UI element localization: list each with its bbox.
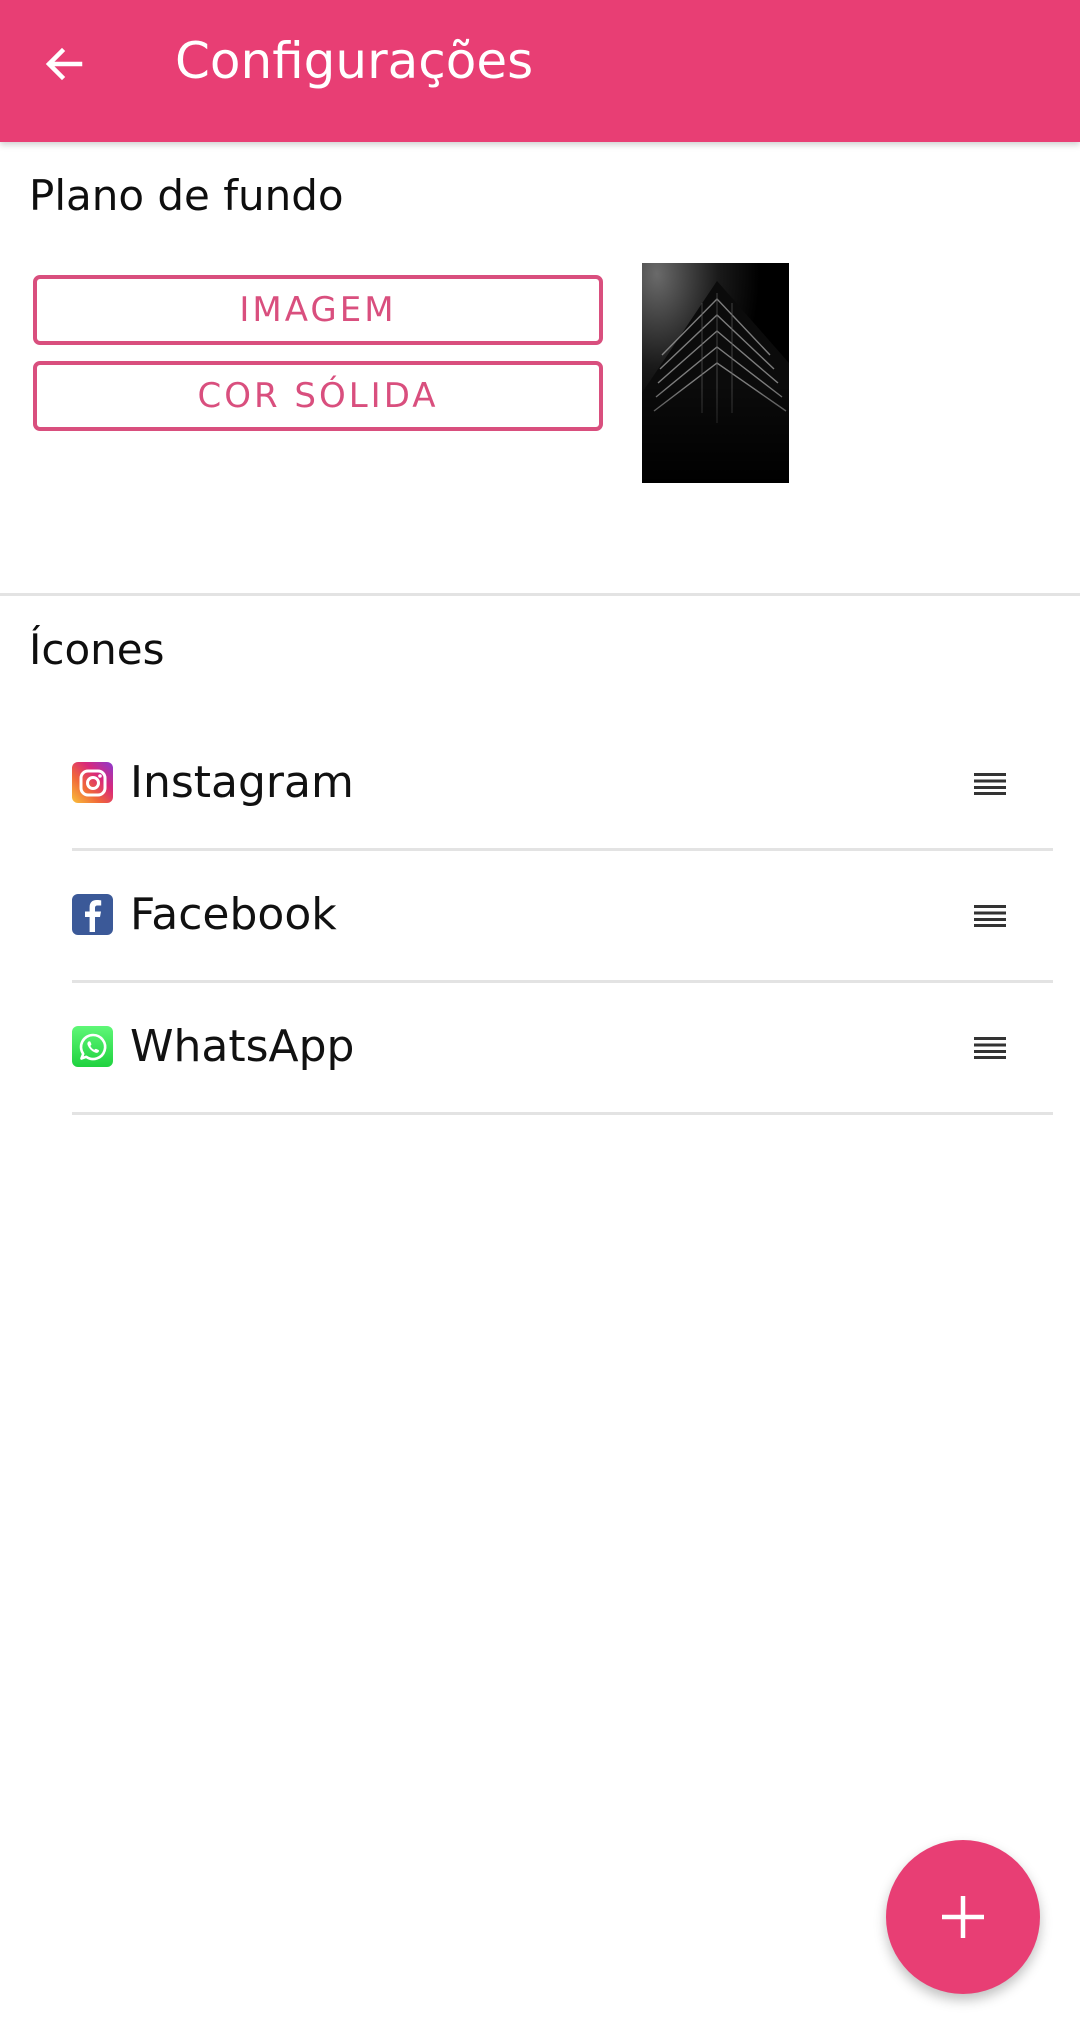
arrow-left-icon <box>45 47 83 81</box>
page-title: Configurações <box>175 32 534 90</box>
list-item-label: WhatsApp <box>130 1021 355 1072</box>
background-preview-thumbnail[interactable] <box>642 263 789 483</box>
add-icon-button[interactable] <box>886 1840 1040 1994</box>
whatsapp-icon <box>72 1026 113 1067</box>
drag-handle-icon[interactable] <box>970 1030 1010 1064</box>
icons-section-title: Ícones <box>29 625 165 674</box>
list-item-label: Instagram <box>130 757 354 808</box>
list-item-instagram[interactable]: Instagram <box>72 718 1053 851</box>
drag-handle-icon[interactable] <box>970 766 1010 800</box>
list-item-label: Facebook <box>130 889 337 940</box>
list-item-whatsapp[interactable]: WhatsApp <box>72 982 1053 1115</box>
plus-icon <box>942 1896 984 1938</box>
solid-color-button[interactable]: COR SÓLIDA <box>33 361 603 431</box>
facebook-icon <box>72 894 113 935</box>
section-divider <box>0 593 1080 596</box>
background-section-title: Plano de fundo <box>29 171 344 220</box>
app-bar: Configurações <box>0 0 1080 142</box>
list-item-facebook[interactable]: Facebook <box>72 850 1053 983</box>
background-preview-image <box>642 263 789 483</box>
drag-handle-icon[interactable] <box>970 898 1010 932</box>
instagram-icon <box>72 762 113 803</box>
image-button[interactable]: IMAGEM <box>33 275 603 345</box>
back-button[interactable] <box>28 28 100 100</box>
